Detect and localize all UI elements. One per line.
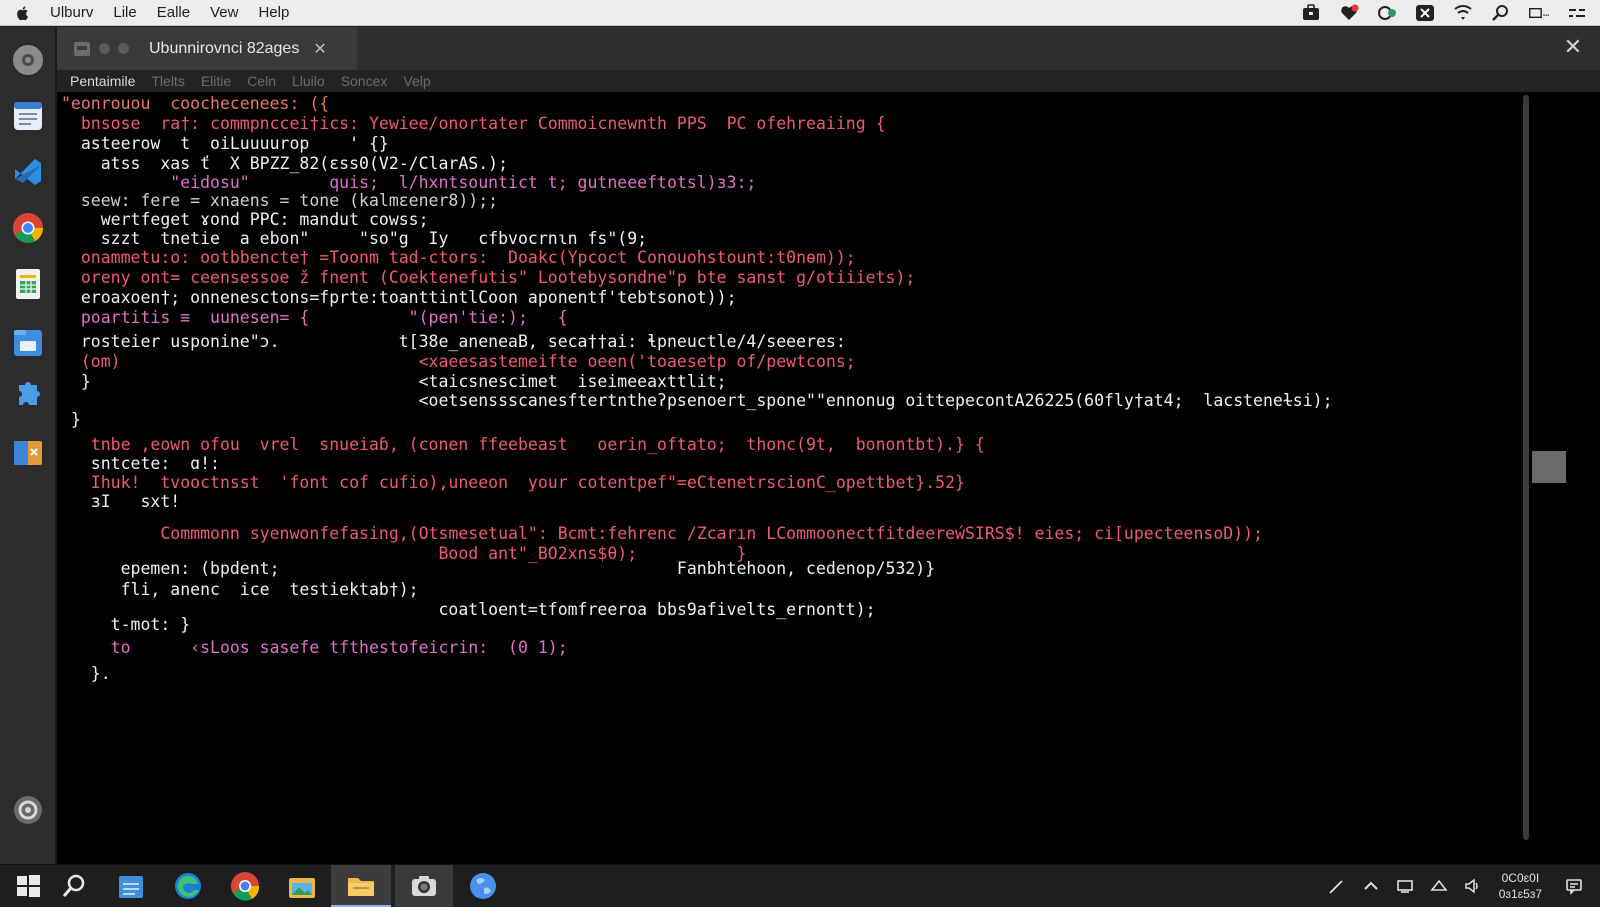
terminal-line: "eonrouou coochecenees: ({ <box>61 94 330 113</box>
terminal-line: eroaxoen†; onnenesctons=fprte:toanttintl… <box>61 288 737 307</box>
taskbar: 0C0ɛ0I 0ɜ1ɛ5ɜ7 <box>0 864 1600 907</box>
terminal-tab-icon <box>74 41 90 56</box>
terminal-line: } <taicsnescimet iseimeeaxttlit; <box>61 372 727 391</box>
terminal-line: tnbe ,eown ofou vrel snueiaɓ, (conen ffe… <box>61 435 985 454</box>
terminal-line: bnsose ra†: commpnccei†ics: Yewiee/onort… <box>61 114 886 133</box>
terminal-line: <oetsenssscanesftertntheʔpsenoert_spone"… <box>61 391 1333 410</box>
terminal-line: ɜI sxt! <box>61 492 181 511</box>
pen-icon[interactable] <box>1325 874 1349 898</box>
terminal-line: seew: fere = xnaens = tone (kalmɛener8))… <box>61 191 499 210</box>
files-icon[interactable] <box>10 324 46 360</box>
briefcase-icon[interactable] <box>1300 3 1322 23</box>
photos-folder-icon[interactable] <box>274 865 330 907</box>
terminal-line: to ‹sLoos sasefe tfthestofeicrin: (0 1); <box>61 638 568 657</box>
terminal-menu-item[interactable]: Pentaimile <box>70 73 135 89</box>
system-settings-icon[interactable] <box>10 792 46 828</box>
terminal-window: Ubunnirovnci 82ages ✕ ✕ Pentaimile Tlelt… <box>57 27 1600 864</box>
terminal-menu-item[interactable]: Soncex <box>341 73 388 89</box>
archive-icon[interactable] <box>10 434 46 470</box>
menu-item-view[interactable]: Vew <box>210 4 238 21</box>
terminal-tab[interactable]: Ubunnirovnci 82ages ✕ <box>57 27 357 70</box>
system-tray: 0C0ɛ0I 0ɜ1ɛ5ɜ7 <box>1315 865 1600 907</box>
terminal-line: epemen: (bpdent; Fanbhtehoon, cedenop/53… <box>61 559 936 578</box>
notification-heart-icon[interactable] <box>1338 3 1360 23</box>
volume-icon[interactable] <box>1461 874 1485 898</box>
dock <box>0 27 56 864</box>
chrome-icon[interactable] <box>217 865 273 907</box>
terminal-line: fli, anenc ice testiektab†); <box>61 580 419 599</box>
search-icon[interactable] <box>46 865 102 907</box>
menu-bar: Ulburv Lile Ealle Vew Help <box>0 0 1600 26</box>
terminal-line: asteerow t oiLuuuurop ' {} <box>61 134 389 153</box>
terminal-line: atss xas ť X BPZZ_82(ɛss0(V2-/ClarAS.); <box>61 154 509 173</box>
camera-icon[interactable] <box>395 865 453 907</box>
terminal-menu-item[interactable]: Elitie <box>201 73 231 89</box>
wifi-icon[interactable] <box>1452 3 1474 23</box>
spreadsheet-icon[interactable] <box>10 266 46 302</box>
terminal-line: sntcete: ɑ!: <box>61 454 220 473</box>
terminal-output[interactable]: "eonrouou coochecenees: ({ bnsose ra†: c… <box>57 92 1527 864</box>
window-dot[interactable] <box>99 43 110 54</box>
terminal-line: t-mot: } <box>61 615 191 634</box>
status-icons <box>1300 0 1588 26</box>
terminal-menu-item[interactable]: Tlelts <box>151 73 184 89</box>
terminal-line: "eidosu" quis; l/hxntsountict t; gutneee… <box>61 173 757 192</box>
terminal-line: szzt tnetie a ebon" "so"g Iy cfbvocrnɩn … <box>61 229 648 248</box>
terminal-line: } <box>61 410 81 429</box>
clock[interactable]: 0C0ɛ0I 0ɜ1ɛ5ɜ7 <box>1499 870 1542 902</box>
terminal-line: onammetu:o: ootbbencte† =Toonm tad-ctors… <box>61 248 856 267</box>
menu-item-app[interactable]: Ulburv <box>50 4 93 21</box>
control-center-icon[interactable] <box>1566 3 1588 23</box>
terminal-line: }. <box>61 664 111 683</box>
terminal-line: rosteier usponine"ɔ. t[38e_aneneaB, seca… <box>61 332 846 351</box>
notes-icon[interactable] <box>10 98 46 134</box>
clock-date: 0ɜ1ɛ5ɜ7 <box>1498 887 1542 901</box>
vscode-icon[interactable] <box>10 154 46 190</box>
terminal-menu-item[interactable]: Lluilo <box>292 73 325 89</box>
tab-title: Ubunnirovnci 82ages <box>149 39 300 57</box>
display-icon[interactable] <box>1393 874 1417 898</box>
chrome-icon[interactable] <box>10 210 46 246</box>
title-bar: Ubunnirovnci 82ages ✕ ✕ <box>57 27 1600 70</box>
settings-icon[interactable] <box>10 42 46 78</box>
terminal-line: wertfeget ɤond PPC: mandut cowss; <box>61 210 429 229</box>
network-icon[interactable] <box>1427 874 1451 898</box>
window-dot[interactable] <box>118 43 129 54</box>
terminal-line: (om) <xaeesastemeifte oeen('toaesetp of/… <box>61 352 856 371</box>
sync-status-icon[interactable] <box>1376 3 1398 23</box>
tab-close-icon[interactable]: ✕ <box>313 39 326 58</box>
window-icon[interactable] <box>1528 3 1550 23</box>
clock-time: 0C0ɛ0I <box>1501 871 1540 885</box>
globe-icon[interactable] <box>455 865 511 907</box>
apple-menu-icon[interactable] <box>8 0 38 26</box>
screen-share-icon[interactable] <box>1414 3 1436 23</box>
terminal-menu-item[interactable]: Velp <box>403 73 430 89</box>
edge-browser-icon[interactable] <box>160 865 216 907</box>
scrollbar-track[interactable] <box>1523 95 1529 840</box>
file-manager-icon[interactable] <box>103 865 159 907</box>
search-icon[interactable] <box>1490 3 1512 23</box>
terminal-line: oreny ont= ceensessoe ž fnent (Coektenef… <box>61 268 916 287</box>
terminal-menu-item[interactable]: Celn <box>247 73 276 89</box>
terminal-line: Commmonn syenwonfefasing,(Otsmesetual": … <box>61 524 1263 543</box>
notifications-icon[interactable] <box>1562 874 1586 898</box>
terminal-line: poartitis ≡ uunesen= { "(pen'tie:); { <box>61 308 568 327</box>
terminal-menu-bar: Pentaimile Tlelts Elitie Celn Lluilo Son… <box>57 70 1600 92</box>
menu-item-help[interactable]: Help <box>258 4 289 21</box>
folder-icon[interactable] <box>331 865 391 907</box>
menu-item-file[interactable]: Lile <box>113 4 136 21</box>
scrollbar-thumb[interactable] <box>1532 451 1566 483</box>
terminal-line: Ihuk! tvooctnsst 'font cof cufio),uneeon… <box>61 473 965 492</box>
window-close-icon[interactable]: ✕ <box>1562 37 1584 59</box>
puzzle-icon[interactable] <box>10 378 46 414</box>
menu-item-edit[interactable]: Ealle <box>157 4 190 21</box>
chevron-up-icon[interactable] <box>1359 874 1383 898</box>
